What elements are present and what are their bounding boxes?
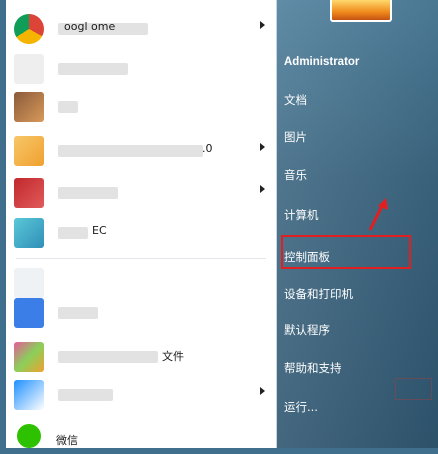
submenu-arrow-icon (260, 143, 265, 151)
nav-music[interactable]: 音乐 (284, 165, 424, 185)
program-item-wechat[interactable]: 微信 (6, 420, 276, 454)
chrome-icon (14, 14, 44, 44)
program-label: oogl ome (64, 20, 116, 33)
nav-pictures[interactable]: 图片 (284, 127, 424, 147)
start-menu-programs-pane: oogl ome .0 EC 文件 微信 (6, 0, 277, 448)
program-item[interactable] (6, 90, 276, 124)
user-picture[interactable] (330, 0, 392, 22)
program-icon (14, 54, 44, 84)
separator (16, 258, 266, 259)
submenu-arrow-icon (260, 185, 265, 193)
program-item[interactable] (6, 176, 276, 210)
nav-devices-printers[interactable]: 设备和打印机 (284, 284, 424, 304)
program-icon (14, 298, 44, 328)
program-item-chrome[interactable]: oogl ome (6, 12, 276, 46)
program-icon (14, 380, 44, 410)
nav-default-programs[interactable]: 默认程序 (284, 320, 424, 340)
submenu-arrow-icon (260, 387, 265, 395)
program-label: EC (92, 224, 107, 237)
program-icon (14, 342, 44, 372)
program-icon (14, 92, 44, 122)
program-item[interactable] (6, 266, 276, 300)
user-name-link[interactable]: Administrator (284, 52, 424, 72)
control-panel-highlight (281, 235, 411, 269)
program-item[interactable]: 文件 (6, 340, 276, 374)
program-icon (14, 218, 44, 248)
submenu-arrow-icon (260, 21, 265, 29)
program-icon (14, 178, 44, 208)
decoration (395, 378, 432, 400)
program-item[interactable]: .0 (6, 134, 276, 168)
program-icon (14, 136, 44, 166)
nav-documents[interactable]: 文档 (284, 90, 424, 110)
wechat-icon (17, 424, 41, 448)
nav-computer[interactable]: 计算机 (284, 205, 424, 225)
program-label: 微信 (56, 434, 78, 447)
program-icon (14, 268, 44, 298)
program-item[interactable] (6, 378, 276, 412)
program-item[interactable]: EC (6, 216, 276, 250)
program-label: 文件 (162, 350, 184, 363)
nav-run[interactable]: 运行... (284, 397, 424, 417)
red-arrow-icon (368, 198, 388, 231)
program-item[interactable] (6, 52, 276, 86)
nav-help-support[interactable]: 帮助和支持 (284, 358, 424, 378)
program-item[interactable] (6, 296, 276, 330)
program-label: .0 (202, 142, 213, 155)
